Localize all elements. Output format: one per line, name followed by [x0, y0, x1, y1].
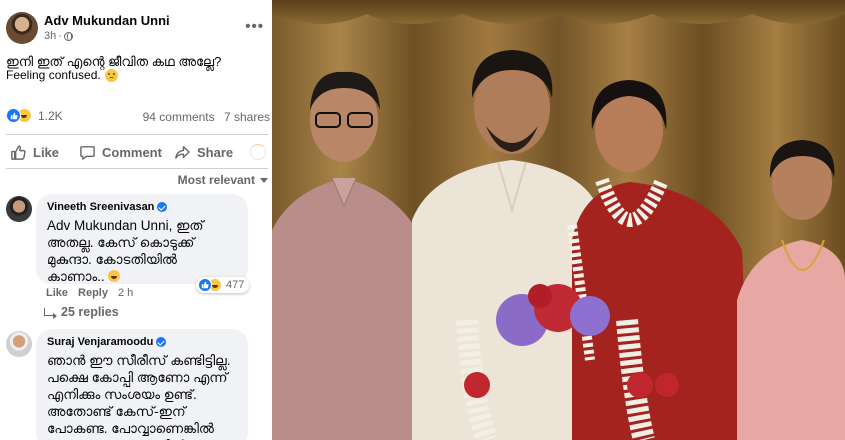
like-reaction-icon — [198, 278, 212, 292]
share-button[interactable]: Share — [174, 144, 233, 161]
commenter-avatar[interactable] — [6, 331, 32, 357]
like-reaction-icon — [6, 108, 21, 123]
commenter-name[interactable]: Suraj Venjaramoodu — [47, 336, 237, 348]
globe-icon — [63, 31, 73, 41]
post-actions-bar: Like Comment Share — [0, 137, 272, 167]
caret-down-icon — [260, 177, 268, 183]
wedding-photo — [272, 0, 845, 440]
comment-text: ഞാൻ ഈ സീരീസ് കണ്ടിട്ടില്ല. പക്ഷെ കോപ്പി … — [47, 353, 231, 440]
comment-label: Comment — [102, 144, 162, 160]
post-feeling: Feeling confused. — [6, 66, 118, 84]
reaction-count[interactable]: 1.2K — [38, 109, 63, 123]
comment-timestamp[interactable]: 2 h — [118, 287, 133, 299]
wedding-photo-illustration — [272, 0, 845, 440]
laughing-emoji-icon — [108, 270, 121, 282]
post-counts: 94 comments 7 shares — [143, 110, 270, 124]
comment-reply-button[interactable]: Reply — [78, 287, 108, 299]
post-meta: 3h · — [44, 30, 73, 42]
comment-reactions[interactable]: 477 — [196, 277, 250, 293]
replies-label: 25 replies — [61, 305, 119, 319]
commenter-avatar[interactable] — [6, 196, 32, 222]
verified-badge-icon — [157, 202, 168, 212]
post-timestamp[interactable]: 3h — [44, 30, 56, 42]
mention-link[interactable]: Adv Mukundan Unni — [47, 218, 169, 233]
comment-button[interactable]: Comment — [79, 144, 162, 161]
divider — [6, 168, 268, 169]
comment-reaction-count: 477 — [226, 279, 245, 291]
confused-emoji-icon — [104, 68, 118, 82]
comment-text: Adv Mukundan Unni, ഇത് അതല്ല. കേസ് കൊടുക… — [47, 218, 204, 284]
comment-sort-dropdown[interactable]: Most relevant — [178, 173, 268, 187]
comment-bubble-icon — [80, 145, 95, 160]
post-header: Adv Mukundan Unni 3h · ••• — [6, 12, 268, 48]
facebook-post-panel: Adv Mukundan Unni 3h · ••• ഇനി ഇത് എന്റെ… — [0, 0, 272, 440]
share-arrow-icon — [175, 145, 190, 159]
view-replies-button[interactable]: 25 replies — [44, 305, 119, 319]
more-options-icon[interactable]: ••• — [245, 18, 264, 35]
share-label: Share — [197, 144, 234, 160]
comment-bubble: Suraj Venjaramoodu ഞാൻ ഈ സീരീസ് കണ്ടിട്ട… — [36, 329, 248, 440]
like-button[interactable]: Like — [10, 144, 59, 161]
loading-spinner-icon — [250, 144, 266, 160]
verified-badge-icon — [156, 337, 167, 347]
post-author-name[interactable]: Adv Mukundan Unni — [44, 13, 170, 28]
comment-bubble: Vineeth Sreenivasan Adv Mukundan Unni, ഇ… — [36, 194, 248, 284]
comment-actions: Like Reply 2 h — [46, 287, 133, 299]
like-label: Like — [33, 144, 60, 160]
thumbs-up-icon — [11, 145, 26, 160]
post-reactions[interactable]: 1.2K — [6, 108, 63, 123]
divider — [6, 134, 268, 135]
sort-label: Most relevant — [177, 173, 255, 187]
comments-count[interactable]: 94 comments — [143, 110, 215, 124]
author-avatar[interactable] — [6, 12, 38, 44]
comment-like-button[interactable]: Like — [46, 287, 68, 299]
feeling-text: Feeling confused. — [6, 68, 101, 82]
reply-arrow-icon — [44, 308, 57, 319]
commenter-name[interactable]: Vineeth Sreenivasan — [47, 201, 237, 213]
shares-count[interactable]: 7 shares — [224, 110, 270, 124]
